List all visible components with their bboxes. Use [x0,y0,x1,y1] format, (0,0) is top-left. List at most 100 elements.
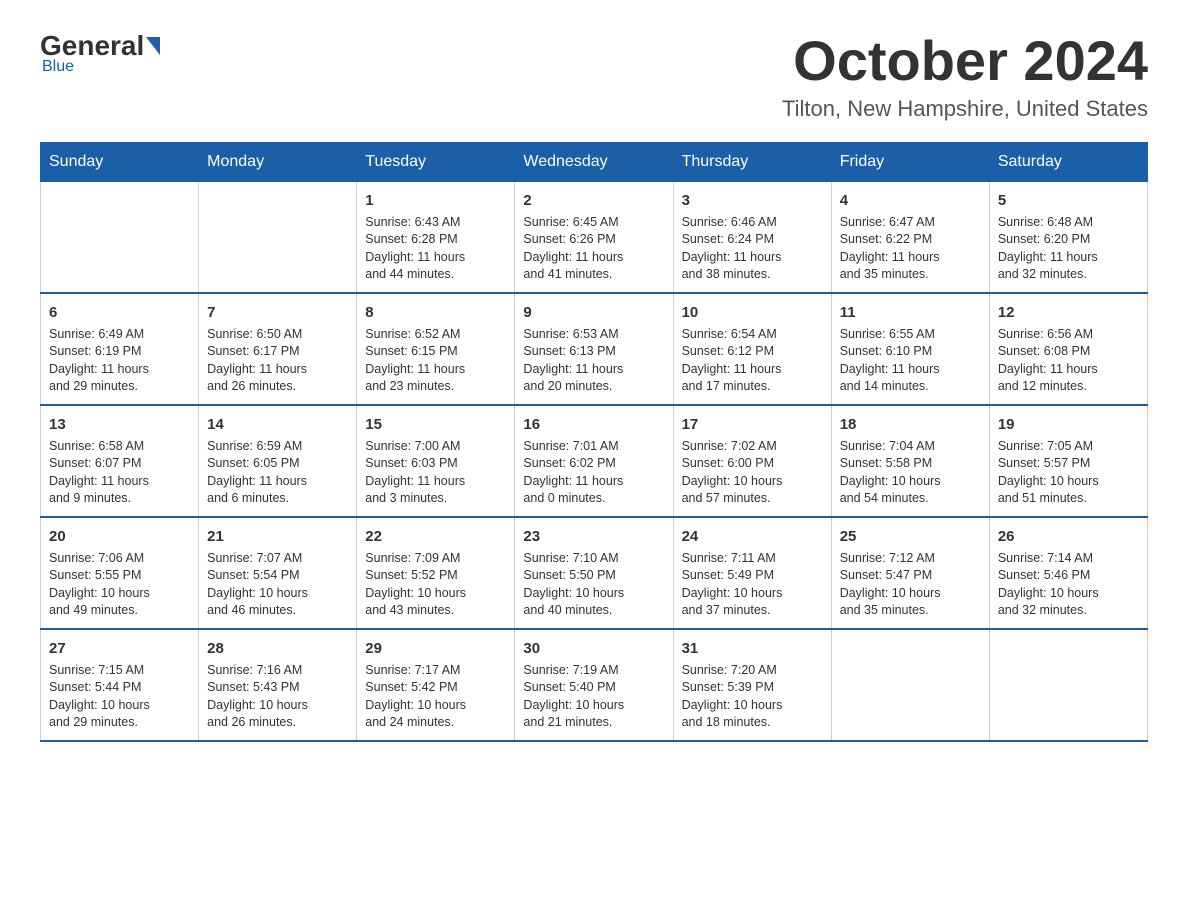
day-number: 20 [49,526,190,547]
day-number: 4 [840,190,981,211]
calendar-cell: 16Sunrise: 7:01 AM Sunset: 6:02 PM Dayli… [515,405,673,517]
calendar-cell: 15 Sunrise: 7:00 AM Sunset: 6:03 PM Dayli… [357,405,515,517]
calendar-week-4: 20 Sunrise: 7:06 AM Sunset: 5:55 PM Dayli… [41,517,1148,629]
calendar-cell: 22 Sunrise: 7:09 AM Sunset: 5:52 PM Dayli… [357,517,515,629]
calendar-cell: 10Sunrise: 6:54 AM Sunset: 6:12 PM Dayli… [673,293,831,405]
day-number: 29 [365,638,506,659]
calendar-cell [41,181,199,293]
day-info: Sunrise: 7:12 AM Sunset: 5:47 PM Dayligh… [840,550,981,620]
calendar-cell: 5 Sunrise: 6:48 AM Sunset: 6:20 PM Daylig… [989,181,1147,293]
day-number: 16 [523,414,664,435]
day-info: Sunrise: 7:06 AM Sunset: 5:55 PM Dayligh… [49,550,190,620]
day-info: Sunrise: 7:20 AM Sunset: 5:39 PM Dayligh… [682,662,823,732]
day-number: 15 [365,414,506,435]
calendar-cell: 1Sunrise: 6:43 AM Sunset: 6:28 PM Daylig… [357,181,515,293]
calendar-cell: 17Sunrise: 7:02 AM Sunset: 6:00 PM Dayli… [673,405,831,517]
day-info: Sunrise: 7:11 AM Sunset: 5:49 PM Dayligh… [682,550,823,620]
weekday-header-tuesday: Tuesday [357,142,515,181]
day-info: Sunrise: 7:05 AM Sunset: 5:57 PM Dayligh… [998,438,1139,508]
day-info: Sunrise: 7:07 AM Sunset: 5:54 PM Dayligh… [207,550,348,620]
header-row: SundayMondayTuesdayWednesdayThursdayFrid… [41,142,1148,181]
day-info: Sunrise: 7:19 AM Sunset: 5:40 PM Dayligh… [523,662,664,732]
page-header: General Blue October 2024 Tilton, New Ha… [40,30,1148,122]
calendar-cell: 18Sunrise: 7:04 AM Sunset: 5:58 PM Dayli… [831,405,989,517]
day-number: 14 [207,414,348,435]
calendar-cell: 14 Sunrise: 6:59 AM Sunset: 6:05 PM Dayli… [199,405,357,517]
calendar-cell: 20 Sunrise: 7:06 AM Sunset: 5:55 PM Dayli… [41,517,199,629]
day-number: 2 [523,190,664,211]
day-info: Sunrise: 6:56 AM Sunset: 6:08 PM Dayligh… [998,326,1139,396]
calendar-cell [831,629,989,741]
calendar-cell: 7Sunrise: 6:50 AM Sunset: 6:17 PM Daylig… [199,293,357,405]
weekday-header-sunday: Sunday [41,142,199,181]
calendar-cell: 13Sunrise: 6:58 AM Sunset: 6:07 PM Dayli… [41,405,199,517]
day-info: Sunrise: 6:49 AM Sunset: 6:19 PM Dayligh… [49,326,190,396]
day-number: 23 [523,526,664,547]
calendar-cell: 25 Sunrise: 7:12 AM Sunset: 5:47 PM Dayli… [831,517,989,629]
logo: General Blue [40,30,162,76]
weekday-header-thursday: Thursday [673,142,831,181]
calendar-cell: 9Sunrise: 6:53 AM Sunset: 6:13 PM Daylig… [515,293,673,405]
day-info: Sunrise: 6:48 AM Sunset: 6:20 PM Dayligh… [998,214,1139,284]
logo-arrow-icon [146,37,160,55]
day-info: Sunrise: 6:55 AM Sunset: 6:10 PM Dayligh… [840,326,981,396]
day-number: 22 [365,526,506,547]
calendar-week-1: 1Sunrise: 6:43 AM Sunset: 6:28 PM Daylig… [41,181,1148,293]
calendar-cell: 3 Sunrise: 6:46 AM Sunset: 6:24 PM Daylig… [673,181,831,293]
weekday-header-wednesday: Wednesday [515,142,673,181]
day-number: 13 [49,414,190,435]
logo-blue: Blue [42,58,162,76]
calendar-table: SundayMondayTuesdayWednesdayThursdayFrid… [40,142,1148,742]
day-number: 11 [840,302,981,323]
day-info: Sunrise: 6:52 AM Sunset: 6:15 PM Dayligh… [365,326,506,396]
day-info: Sunrise: 7:04 AM Sunset: 5:58 PM Dayligh… [840,438,981,508]
calendar-cell: 2 Sunrise: 6:45 AM Sunset: 6:26 PM Daylig… [515,181,673,293]
day-number: 7 [207,302,348,323]
day-number: 5 [998,190,1139,211]
calendar-cell [989,629,1147,741]
day-number: 6 [49,302,190,323]
calendar-cell: 19Sunrise: 7:05 AM Sunset: 5:57 PM Dayli… [989,405,1147,517]
month-title: October 2024 [782,30,1148,92]
day-info: Sunrise: 6:46 AM Sunset: 6:24 PM Dayligh… [682,214,823,284]
calendar-cell [199,181,357,293]
location-title: Tilton, New Hampshire, United States [782,96,1148,122]
calendar-cell: 6 Sunrise: 6:49 AM Sunset: 6:19 PM Daylig… [41,293,199,405]
day-info: Sunrise: 6:59 AM Sunset: 6:05 PM Dayligh… [207,438,348,508]
day-info: Sunrise: 7:16 AM Sunset: 5:43 PM Dayligh… [207,662,348,732]
calendar-cell: 26 Sunrise: 7:14 AM Sunset: 5:46 PM Dayli… [989,517,1147,629]
day-number: 21 [207,526,348,547]
calendar-cell: 30 Sunrise: 7:19 AM Sunset: 5:40 PM Dayli… [515,629,673,741]
calendar-cell: 31Sunrise: 7:20 AM Sunset: 5:39 PM Dayli… [673,629,831,741]
day-info: Sunrise: 7:14 AM Sunset: 5:46 PM Dayligh… [998,550,1139,620]
day-number: 10 [682,302,823,323]
weekday-header-saturday: Saturday [989,142,1147,181]
calendar-cell: 28Sunrise: 7:16 AM Sunset: 5:43 PM Dayli… [199,629,357,741]
calendar-cell: 24 Sunrise: 7:11 AM Sunset: 5:49 PM Dayli… [673,517,831,629]
day-number: 27 [49,638,190,659]
day-number: 12 [998,302,1139,323]
calendar-cell: 21 Sunrise: 7:07 AM Sunset: 5:54 PM Dayli… [199,517,357,629]
day-info: Sunrise: 7:17 AM Sunset: 5:42 PM Dayligh… [365,662,506,732]
day-info: Sunrise: 6:47 AM Sunset: 6:22 PM Dayligh… [840,214,981,284]
calendar-week-5: 27 Sunrise: 7:15 AM Sunset: 5:44 PM Dayli… [41,629,1148,741]
day-number: 17 [682,414,823,435]
day-info: Sunrise: 7:15 AM Sunset: 5:44 PM Dayligh… [49,662,190,732]
title-section: October 2024 Tilton, New Hampshire, Unit… [782,30,1148,122]
day-info: Sunrise: 7:00 AM Sunset: 6:03 PM Dayligh… [365,438,506,508]
calendar-cell: 4 Sunrise: 6:47 AM Sunset: 6:22 PM Daylig… [831,181,989,293]
calendar-week-3: 13Sunrise: 6:58 AM Sunset: 6:07 PM Dayli… [41,405,1148,517]
day-number: 24 [682,526,823,547]
day-info: Sunrise: 6:43 AM Sunset: 6:28 PM Dayligh… [365,214,506,284]
day-number: 30 [523,638,664,659]
calendar-cell: 11 Sunrise: 6:55 AM Sunset: 6:10 PM Dayli… [831,293,989,405]
day-info: Sunrise: 7:10 AM Sunset: 5:50 PM Dayligh… [523,550,664,620]
day-number: 9 [523,302,664,323]
day-number: 26 [998,526,1139,547]
day-info: Sunrise: 6:45 AM Sunset: 6:26 PM Dayligh… [523,214,664,284]
calendar-cell: 12 Sunrise: 6:56 AM Sunset: 6:08 PM Dayli… [989,293,1147,405]
day-info: Sunrise: 7:09 AM Sunset: 5:52 PM Dayligh… [365,550,506,620]
day-number: 3 [682,190,823,211]
weekday-header-monday: Monday [199,142,357,181]
day-number: 25 [840,526,981,547]
